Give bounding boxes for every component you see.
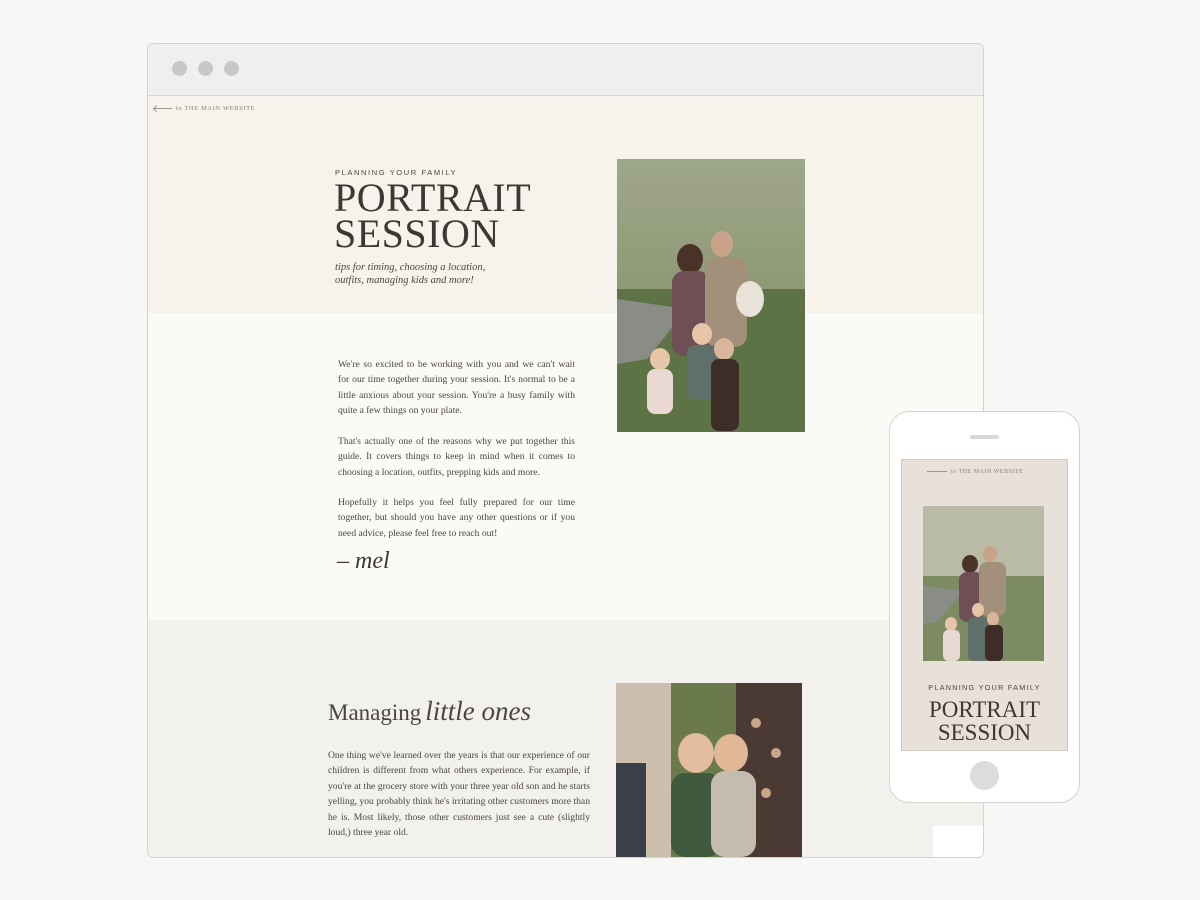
family-portrait-photo — [617, 159, 805, 432]
mobile-page-title: PORTRAIT SESSION — [902, 698, 1067, 744]
window-maximize-dot[interactable] — [224, 61, 239, 76]
mobile-back-link[interactable]: to THE MAIN WEBSITE — [927, 469, 1023, 475]
desktop-browser-mockup: to THE MAIN WEBSITE PLANNING YOUR FAMILY… — [147, 43, 984, 858]
intro-paragraph: That's actually one of the reasons why w… — [338, 436, 575, 478]
hero-section — [148, 96, 983, 313]
managing-heading-script: little ones — [425, 696, 531, 726]
mobile-title-line-2: SESSION — [937, 720, 1032, 745]
back-to-main-website-link[interactable]: to THE MAIN WEBSITE — [154, 105, 255, 112]
intro-paragraph: We're so excited to be working with you … — [338, 359, 575, 416]
mobile-family-photo — [923, 506, 1044, 661]
mobile-eyebrow: PLANNING YOUR FAMILY — [928, 683, 1041, 692]
mobile-title-line-1: PORTRAIT — [928, 697, 1041, 722]
arrow-left-icon — [927, 471, 947, 473]
arrow-left-icon — [154, 108, 172, 110]
window-minimize-dot[interactable] — [198, 61, 213, 76]
hero-subtitle: tips for timing, choosing a location, ou… — [335, 262, 486, 286]
signature: – mel — [337, 548, 390, 574]
intro-paragraph: Hopefully it helps you feel fully prepar… — [338, 497, 575, 539]
mobile-back-link-label: to THE MAIN WEBSITE — [951, 469, 1024, 475]
phone-home-button[interactable] — [970, 761, 999, 790]
managing-heading-plain: Managing — [328, 700, 422, 725]
page-corner — [933, 826, 983, 857]
mobile-phone-mockup: to THE MAIN WEBSITE PLANNING YOUR FAMILY… — [889, 411, 1080, 803]
kids-photo — [616, 683, 802, 857]
managing-body-text: One thing we've learned over the years i… — [328, 750, 590, 839]
managing-heading: Managing little ones — [328, 696, 531, 727]
title-line-2: SESSION — [334, 211, 500, 256]
phone-speaker — [970, 435, 999, 439]
back-link-label: to THE MAIN WEBSITE — [176, 105, 256, 112]
browser-chrome-bar — [148, 44, 983, 96]
page-title: PORTRAIT SESSION — [334, 178, 531, 256]
window-close-dot[interactable] — [172, 61, 187, 76]
phone-screen: to THE MAIN WEBSITE PLANNING YOUR FAMILY… — [901, 459, 1068, 751]
